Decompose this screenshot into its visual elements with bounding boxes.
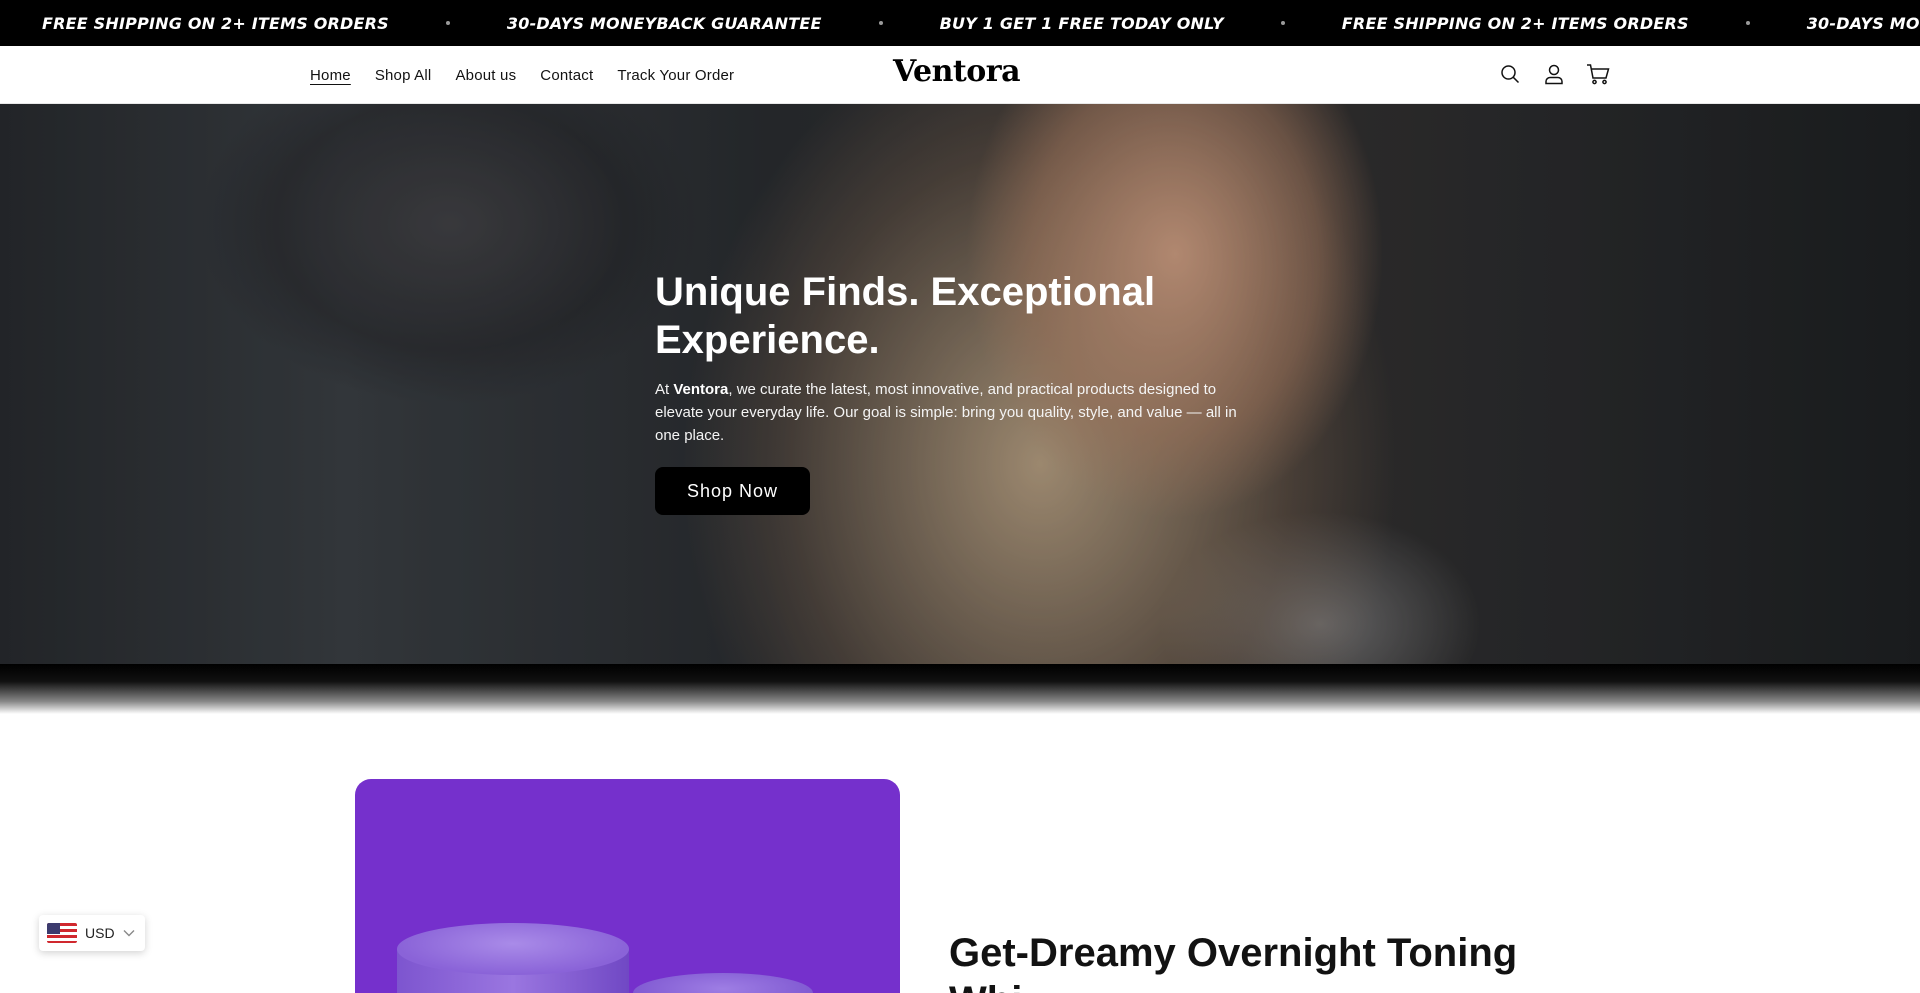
separator-dot-icon — [445, 21, 450, 25]
search-icon[interactable] — [1498, 60, 1522, 88]
separator-dot-icon — [1280, 21, 1285, 25]
hero-content: Unique Finds. Exceptional Experience. At… — [655, 268, 1245, 515]
site-logo[interactable]: Ventora — [893, 54, 1021, 89]
hero-text-body: , we curate the latest, most innovative,… — [655, 381, 1237, 444]
nav-link-home[interactable]: Home — [310, 67, 351, 84]
us-flag-icon — [47, 923, 77, 943]
nav-link-about-us[interactable]: About us — [455, 67, 516, 84]
cart-icon[interactable] — [1586, 60, 1610, 88]
second-jar-lid — [633, 973, 813, 993]
announcement-item: 30-DAYS MONEYBACK GUARANTEE — [506, 13, 822, 33]
nav-link-shop-all[interactable]: Shop All — [375, 67, 432, 84]
chevron-down-icon — [123, 924, 135, 942]
hero-banner: Unique Finds. Exceptional Experience. At… — [0, 104, 1920, 664]
hero-brand-name: Ventora — [673, 381, 729, 398]
announcement-track: FREE SHIPPING ON 2+ ITEMS ORDERS 30-DAYS… — [42, 0, 1920, 46]
nav-link-contact[interactable]: Contact — [540, 67, 593, 84]
header-icons — [1498, 60, 1610, 88]
separator-dot-icon — [1745, 21, 1750, 25]
announcement-item: FREE SHIPPING ON 2+ ITEMS ORDERS — [42, 13, 389, 33]
featured-product-image[interactable] — [355, 779, 900, 993]
jar-lid — [397, 923, 629, 975]
hero-title: Unique Finds. Exceptional Experience. — [655, 270, 1156, 362]
currency-selector[interactable]: USD — [39, 915, 145, 951]
currency-code: USD — [85, 925, 115, 941]
separator-dot-icon — [878, 21, 883, 25]
announcement-item: BUY 1 GET 1 FREE TODAY ONLY — [939, 13, 1224, 33]
announcement-item: FREE SHIPPING ON 2+ ITEMS ORDERS — [1341, 13, 1689, 33]
announcement-bar: FREE SHIPPING ON 2+ ITEMS ORDERS 30-DAYS… — [0, 0, 1920, 46]
featured-product-title: Get-Dreamy Overnight Toning Whi... — [949, 931, 1518, 993]
announcement-item: 30-DAYS MONEYBACK GUARA — [1806, 13, 1920, 33]
nav-link-track-order[interactable]: Track Your Order — [617, 67, 734, 84]
hero-text-prefix: At — [655, 381, 674, 398]
site-header: Home Shop All About us Contact Track You… — [0, 46, 1920, 104]
main-nav: Home Shop All About us Contact Track You… — [310, 46, 734, 104]
hero-bottom-fade — [0, 664, 1920, 714]
hero-description: At Ventora, we curate the latest, most i… — [655, 378, 1245, 447]
shop-now-button[interactable]: Shop Now — [655, 467, 810, 515]
account-icon[interactable] — [1542, 60, 1566, 88]
